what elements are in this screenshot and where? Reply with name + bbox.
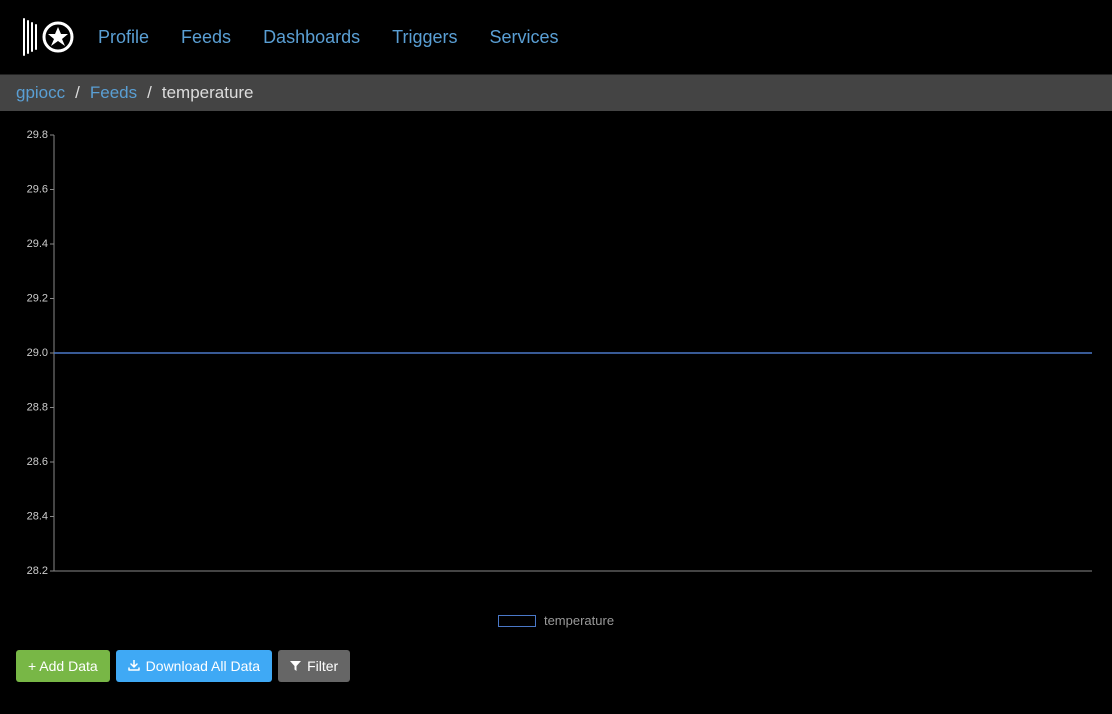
filter-label: Filter [307, 658, 338, 674]
svg-text:29.0: 29.0 [27, 347, 48, 359]
chart: 29.8 29.6 29.4 29.2 29.0 28.8 28.6 28.4 28.2 tem… [0, 111, 1112, 628]
buttons-row: + Add Data Download All Data Filter [0, 628, 1112, 682]
filter-icon [290, 661, 301, 672]
breadcrumb-current: temperature [162, 83, 254, 103]
legend-swatch [498, 615, 536, 627]
breadcrumb-section[interactable]: Feeds [90, 83, 137, 103]
nav-services[interactable]: Services [489, 27, 558, 48]
svg-text:29.6: 29.6 [27, 184, 48, 196]
nav-profile[interactable]: Profile [98, 27, 149, 48]
breadcrumb: gpiocc / Feeds / temperature [0, 75, 1112, 111]
nav-dashboards[interactable]: Dashboards [263, 27, 360, 48]
svg-text:29.8: 29.8 [27, 129, 48, 141]
breadcrumb-separator: / [147, 83, 152, 103]
download-icon [128, 660, 140, 672]
nav-triggers[interactable]: Triggers [392, 27, 457, 48]
chart-svg: 29.8 29.6 29.4 29.2 29.0 28.8 28.6 28.4 28.2 [18, 123, 1094, 583]
logo-icon[interactable] [16, 15, 74, 59]
svg-text:28.4: 28.4 [27, 511, 48, 523]
svg-text:28.6: 28.6 [27, 456, 48, 468]
add-data-button[interactable]: + Add Data [16, 650, 110, 682]
download-all-button[interactable]: Download All Data [116, 650, 272, 682]
top-nav: Profile Feeds Dashboards Triggers Servic… [0, 0, 1112, 75]
svg-text:29.2: 29.2 [27, 293, 48, 305]
svg-text:29.4: 29.4 [27, 238, 48, 250]
nav-links: Profile Feeds Dashboards Triggers Servic… [98, 27, 559, 48]
svg-text:28.2: 28.2 [27, 565, 48, 577]
breadcrumb-user[interactable]: gpiocc [16, 83, 65, 103]
filter-button[interactable]: Filter [278, 650, 350, 682]
add-data-label: + Add Data [28, 658, 98, 674]
chart-legend: temperature [18, 613, 1094, 628]
breadcrumb-separator: / [75, 83, 80, 103]
nav-feeds[interactable]: Feeds [181, 27, 231, 48]
svg-text:28.8: 28.8 [27, 402, 48, 414]
legend-label: temperature [544, 613, 614, 628]
download-all-label: Download All Data [146, 658, 260, 674]
